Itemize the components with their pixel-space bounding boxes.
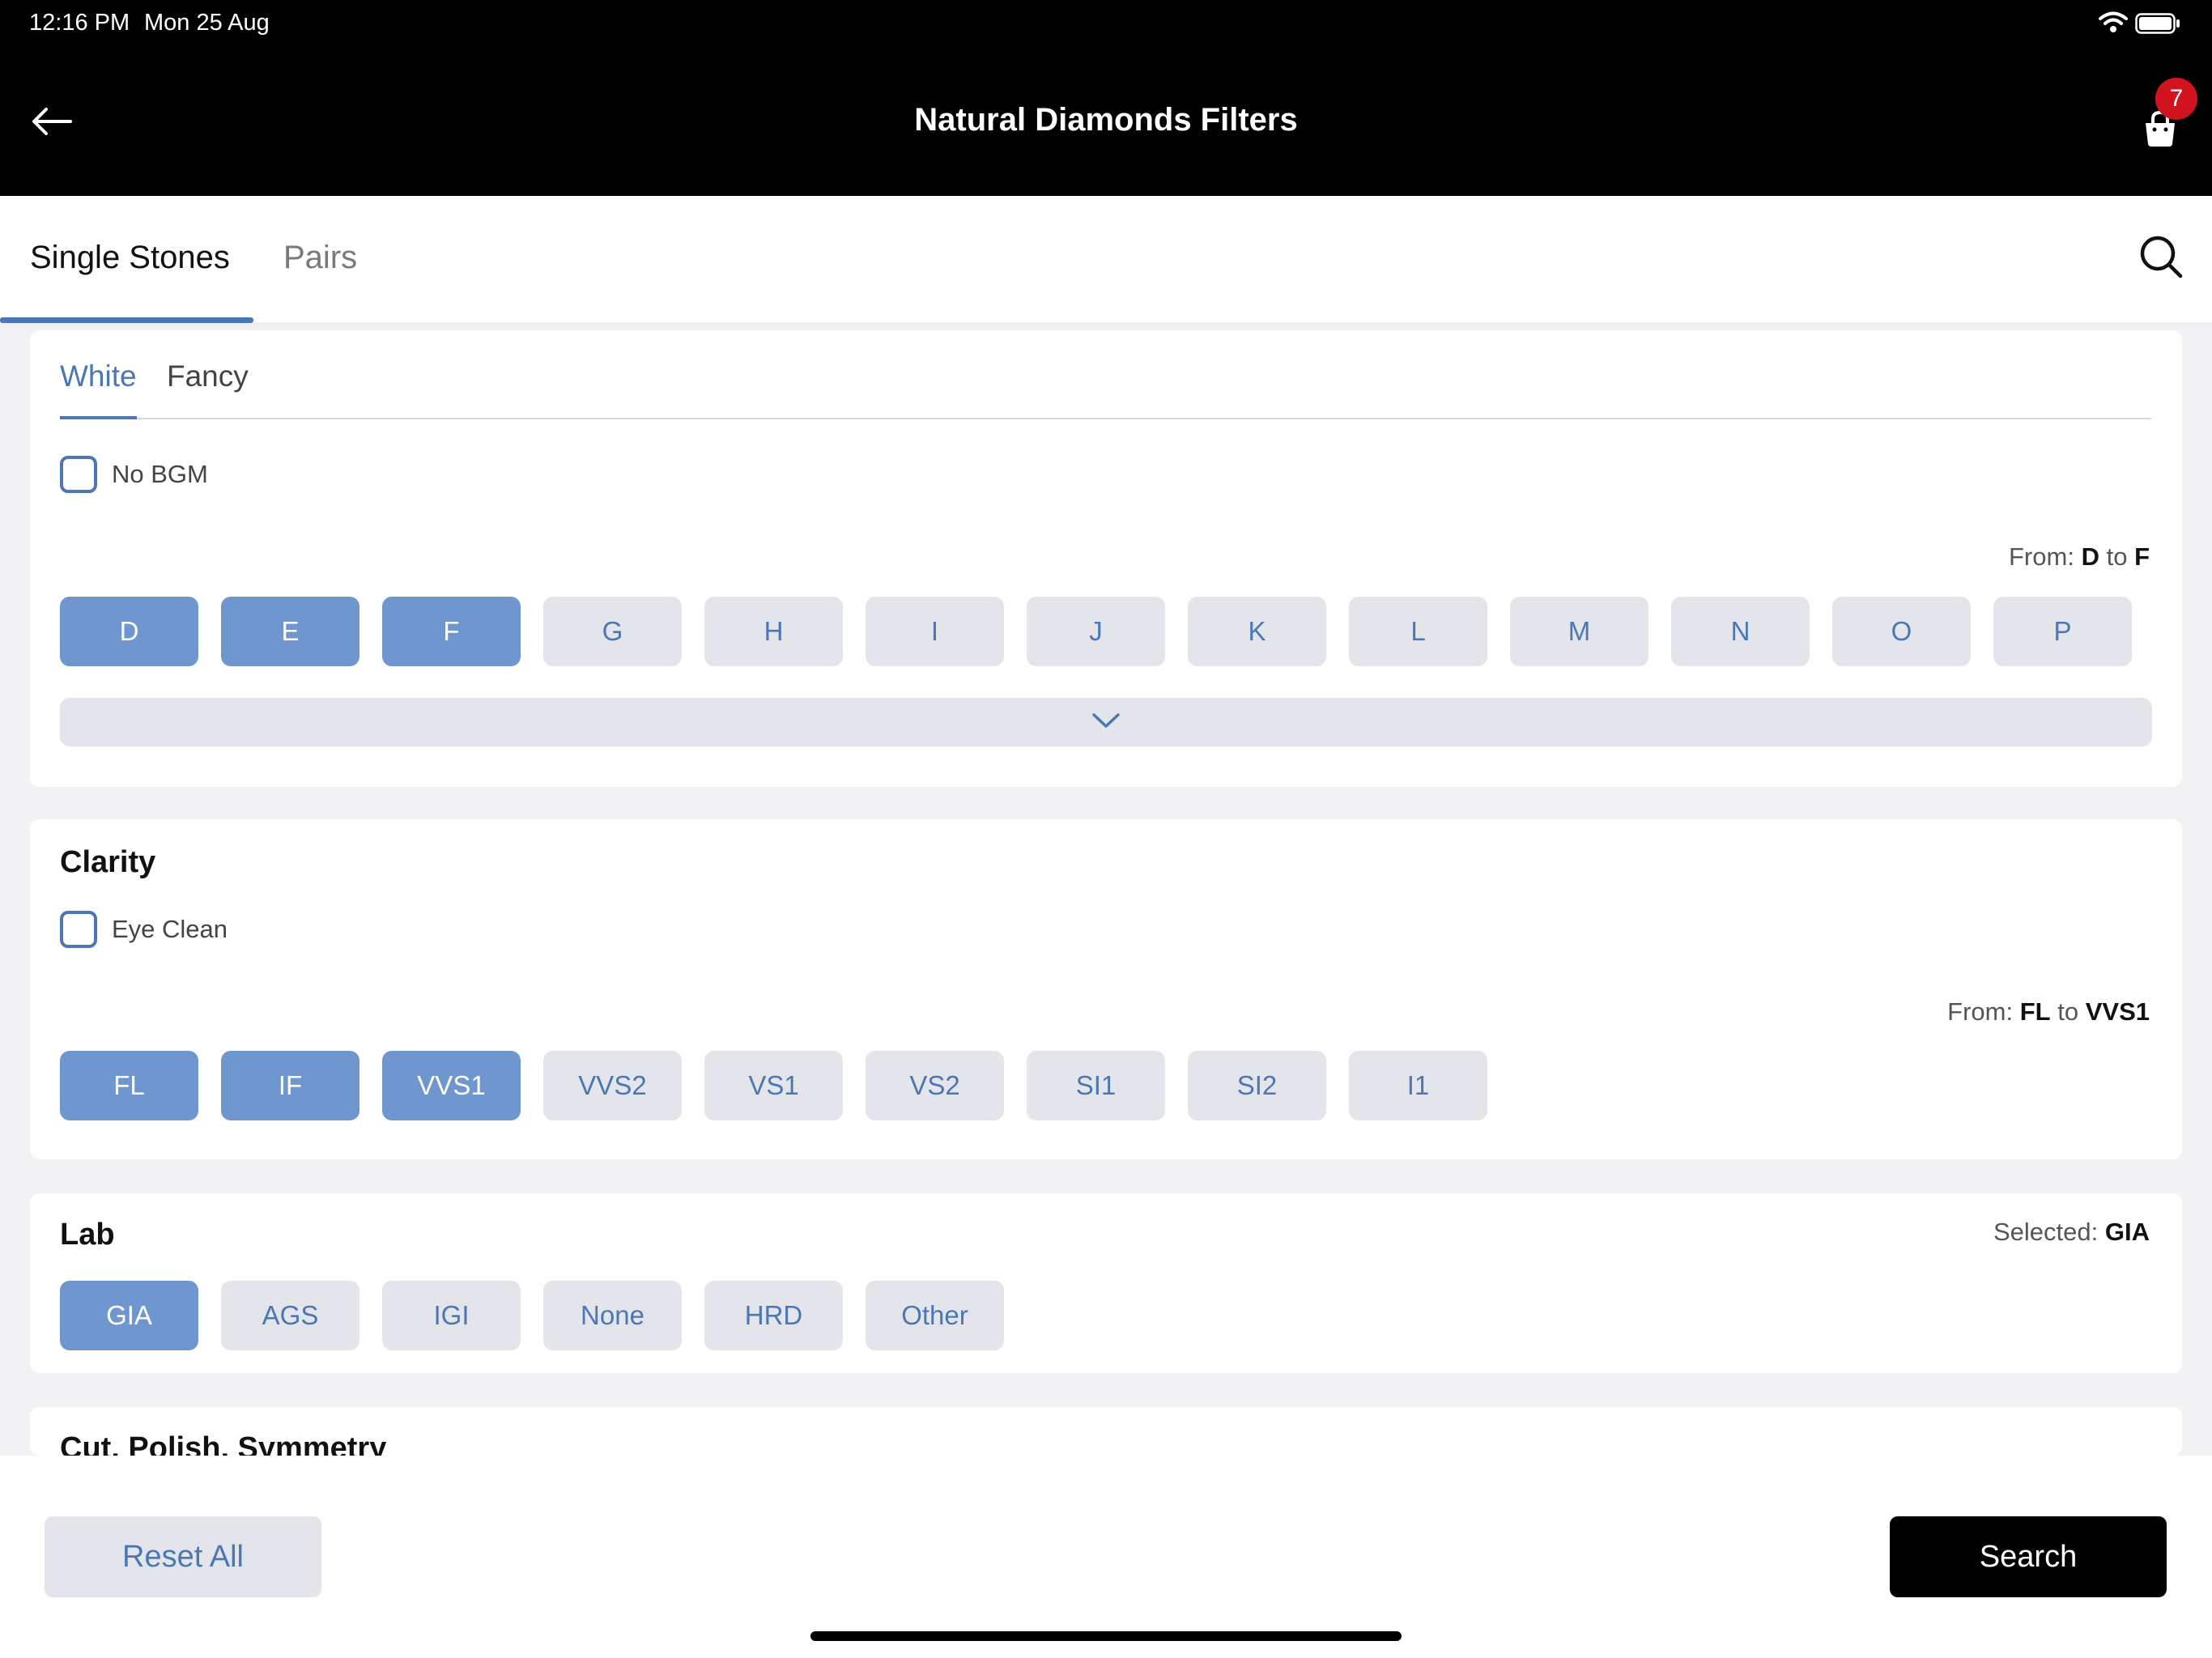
lab-chip-none[interactable]: None (543, 1281, 682, 1350)
subtab-white[interactable]: White (60, 359, 137, 393)
color-chip-j[interactable]: J (1027, 597, 1165, 666)
tab-single-stones[interactable]: Single Stones (30, 240, 230, 276)
clarity-chip-si1[interactable]: SI1 (1027, 1051, 1165, 1120)
clarity-chip-vvs2[interactable]: VVS2 (543, 1051, 682, 1120)
lab-chip-igi[interactable]: IGI (382, 1281, 521, 1350)
stone-type-tabs: Single Stones Pairs (0, 196, 2212, 327)
color-grade-chips: DEFGHIJKLMNOP (60, 597, 2132, 666)
wifi-icon (2099, 11, 2128, 38)
range-from: D (2081, 542, 2099, 571)
search-button[interactable] (2134, 232, 2188, 285)
status-bar: 12:16 PM Mon 25 Aug (0, 0, 2212, 49)
lab-title: Lab (60, 1218, 115, 1252)
no-bgm-option[interactable]: No BGM (60, 456, 208, 493)
clarity-chip-vs2[interactable]: VS2 (866, 1051, 1004, 1120)
subtab-fancy[interactable]: Fancy (167, 359, 249, 393)
eye-clean-checkbox[interactable] (60, 911, 97, 948)
no-bgm-checkbox[interactable] (60, 456, 97, 493)
selected-prefix: Selected: (1993, 1218, 2099, 1246)
color-chip-d[interactable]: D (60, 597, 198, 666)
home-indicator[interactable] (810, 1631, 1402, 1641)
chevron-down-icon (1091, 712, 1121, 733)
eye-clean-label: Eye Clean (112, 915, 228, 943)
color-chip-e[interactable]: E (221, 597, 359, 666)
color-range-label: From: D to F (2009, 542, 2150, 572)
status-date: Mon 25 Aug (144, 10, 270, 36)
page-title: Natural Diamonds Filters (914, 102, 1298, 138)
search-icon (2138, 234, 2184, 283)
color-chip-p[interactable]: P (1993, 597, 2132, 666)
clarity-chip-fl[interactable]: FL (60, 1051, 198, 1120)
lab-chip-other[interactable]: Other (866, 1281, 1004, 1350)
color-chip-f[interactable]: F (382, 597, 521, 666)
range-to: F (2134, 542, 2150, 571)
lab-chip-ags[interactable]: AGS (221, 1281, 359, 1350)
eye-clean-option[interactable]: Eye Clean (60, 911, 228, 948)
lab-option-chips: GIA AGS IGI None HRD Other (60, 1281, 1004, 1350)
status-time: 12:16 PM (29, 10, 130, 36)
clarity-chip-vs1[interactable]: VS1 (704, 1051, 843, 1120)
cart-button[interactable]: 7 (2125, 78, 2197, 159)
battery-icon (2135, 13, 2180, 38)
lab-chip-gia[interactable]: GIA (60, 1281, 198, 1350)
clarity-chip-if[interactable]: IF (221, 1051, 359, 1120)
lab-selected-label: Selected: GIA (1993, 1218, 2150, 1247)
active-subtab-indicator (60, 416, 137, 419)
reset-all-button[interactable]: Reset All (45, 1516, 321, 1597)
range-to: VVS1 (2085, 997, 2150, 1026)
range-from: FL (2019, 997, 2051, 1026)
clarity-grade-chips: FL IF VVS1 VVS2 VS1 VS2 SI1 SI2 I1 (60, 1051, 1487, 1120)
lab-chip-hrd[interactable]: HRD (704, 1281, 843, 1350)
footer-actions: Reset All Search (0, 1456, 2212, 1658)
no-bgm-label: No BGM (112, 460, 208, 488)
color-chip-g[interactable]: G (543, 597, 682, 666)
clarity-chip-si2[interactable]: SI2 (1188, 1051, 1326, 1120)
range-sep: to (2057, 997, 2079, 1026)
selected-value: GIA (2104, 1218, 2150, 1246)
lab-filter-card: Lab Selected: GIA GIA AGS IGI None HRD Other (30, 1193, 2182, 1373)
color-chip-h[interactable]: H (704, 597, 843, 666)
range-prefix: From: (1947, 997, 2014, 1026)
clarity-filter-card: Clarity Eye Clean From: FL to VVS1 FL IF V… (30, 819, 2182, 1159)
clarity-range-label: From: FL to VVS1 (1947, 997, 2150, 1027)
clarity-title: Clarity (60, 845, 156, 879)
range-prefix: From: (2009, 542, 2074, 571)
nav-bar: Natural Diamonds Filters 7 (0, 49, 2212, 196)
color-chip-l[interactable]: L (1349, 597, 1487, 666)
search-submit-button[interactable]: Search (1890, 1516, 2167, 1597)
active-tab-indicator (0, 317, 253, 323)
color-chip-k[interactable]: K (1188, 597, 1326, 666)
tab-pairs[interactable]: Pairs (283, 240, 357, 276)
clarity-chip-vvs1[interactable]: VVS1 (382, 1051, 521, 1120)
expand-colors-button[interactable] (60, 698, 2152, 746)
color-chip-i[interactable]: I (866, 597, 1004, 666)
color-chip-m[interactable]: M (1510, 597, 1648, 666)
range-sep: to (2106, 542, 2128, 571)
color-chip-o[interactable]: O (1832, 597, 1971, 666)
cut-filter-card: Cut, Polish, Symmetry (30, 1407, 2182, 1465)
subtab-divider (60, 418, 2151, 419)
color-filter-card: White Fancy No BGM From: D to F DEFGHIJK… (30, 330, 2182, 787)
clarity-chip-i1[interactable]: I1 (1349, 1051, 1487, 1120)
color-chip-n[interactable]: N (1671, 597, 1810, 666)
cart-count-badge: 7 (2155, 78, 2197, 120)
